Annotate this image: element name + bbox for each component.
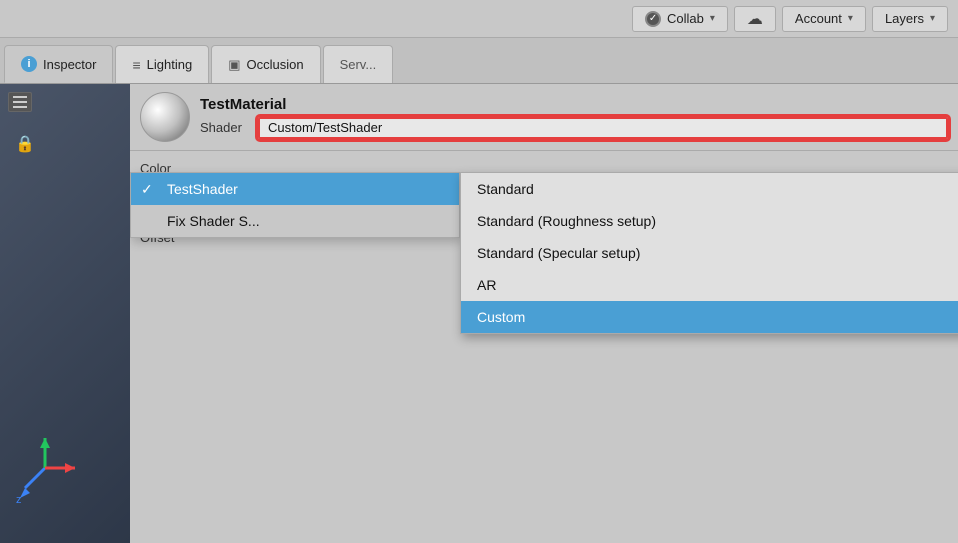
axis-gizmo: z	[10, 433, 80, 503]
menu-item-fix-shader-label: Fix Shader S...	[167, 213, 260, 229]
material-sphere-preview	[140, 92, 190, 142]
hamburger-line-1	[13, 96, 27, 98]
checkmark-icon: ✓	[141, 181, 153, 198]
dropdown-item-standard-roughness[interactable]: Standard (Roughness setup)	[461, 205, 958, 237]
shader-dropdown[interactable]: Custom/TestShader	[258, 117, 948, 139]
dropdown-item-custom[interactable]: Custom >	[461, 301, 958, 333]
tab-lighting[interactable]: ≡ Lighting	[115, 45, 209, 83]
occlusion-icon: ▣	[228, 57, 240, 73]
svg-text:z: z	[16, 494, 22, 503]
cloud-icon: ☁	[747, 9, 763, 29]
inspector-panel: TestMaterial Shader Custom/TestShader Co…	[130, 84, 958, 543]
material-header: TestMaterial Shader Custom/TestShader	[130, 84, 958, 151]
lock-icon: 🔒	[15, 134, 35, 154]
material-info: TestMaterial Shader Custom/TestShader	[200, 96, 948, 139]
top-toolbar: ✓ Collab ▾ ☁ Account ▾ Layers ▾	[0, 0, 958, 38]
dropdown-item-standard-specular-label: Standard (Specular setup)	[477, 245, 640, 261]
dropdown-item-custom-label: Custom	[477, 309, 525, 325]
sidebar-toggle-button[interactable]	[8, 92, 32, 112]
shader-row: Shader Custom/TestShader	[200, 117, 948, 139]
dropdown-item-ar-label: AR	[477, 277, 496, 293]
account-label: Account	[795, 11, 842, 26]
layers-arrow-icon: ▾	[930, 13, 935, 24]
collab-check-icon: ✓	[645, 11, 661, 27]
tab-occlusion[interactable]: ▣ Occlusion	[211, 45, 320, 83]
tab-inspector[interactable]: i Inspector	[4, 45, 113, 83]
collab-label: Collab	[667, 11, 704, 26]
shader-value: Custom/TestShader	[268, 120, 382, 135]
shader-label: Shader	[200, 120, 250, 135]
tab-services[interactable]: Serv...	[323, 45, 394, 83]
collab-arrow-icon: ▾	[710, 13, 715, 24]
dropdown-item-standard-specular[interactable]: Standard (Specular setup)	[461, 237, 958, 269]
shader-dropdown-menu: Standard Standard (Roughness setup) Stan…	[460, 172, 958, 334]
main-content: 🔒 z	[0, 84, 958, 543]
dropdown-item-standard-label: Standard	[477, 181, 534, 197]
cloud-button[interactable]: ☁	[734, 6, 776, 32]
layers-label: Layers	[885, 11, 924, 26]
dropdown-item-standard-roughness-label: Standard (Roughness setup)	[477, 213, 656, 229]
account-arrow-icon: ▾	[848, 13, 853, 24]
hamburger-line-3	[13, 106, 27, 108]
inspector-info-icon: i	[21, 56, 37, 72]
tab-bar: i Inspector ≡ Lighting ▣ Occlusion Serv.…	[0, 38, 958, 84]
inspector-tab-label: Inspector	[43, 57, 96, 72]
collab-button[interactable]: ✓ Collab ▾	[632, 6, 728, 32]
occlusion-tab-label: Occlusion	[247, 57, 304, 72]
material-name: TestMaterial	[200, 96, 948, 113]
left-context-menu: ✓ TestShader Fix Shader S...	[130, 172, 460, 238]
services-tab-label: Serv...	[340, 57, 377, 72]
lighting-tab-label: Lighting	[147, 57, 193, 72]
account-button[interactable]: Account ▾	[782, 6, 866, 32]
dropdown-item-ar[interactable]: AR >	[461, 269, 958, 301]
layers-button[interactable]: Layers ▾	[872, 6, 948, 32]
menu-item-testshader-label: TestShader	[167, 181, 238, 197]
menu-item-fix-shader[interactable]: Fix Shader S...	[131, 205, 459, 237]
lighting-icon: ≡	[132, 57, 140, 73]
dropdown-item-standard[interactable]: Standard	[461, 173, 958, 205]
scene-viewport: 🔒 z	[0, 84, 130, 543]
left-sidebar: 🔒 z	[0, 84, 130, 543]
hamburger-line-2	[13, 101, 27, 103]
menu-item-testshader[interactable]: ✓ TestShader	[131, 173, 459, 205]
